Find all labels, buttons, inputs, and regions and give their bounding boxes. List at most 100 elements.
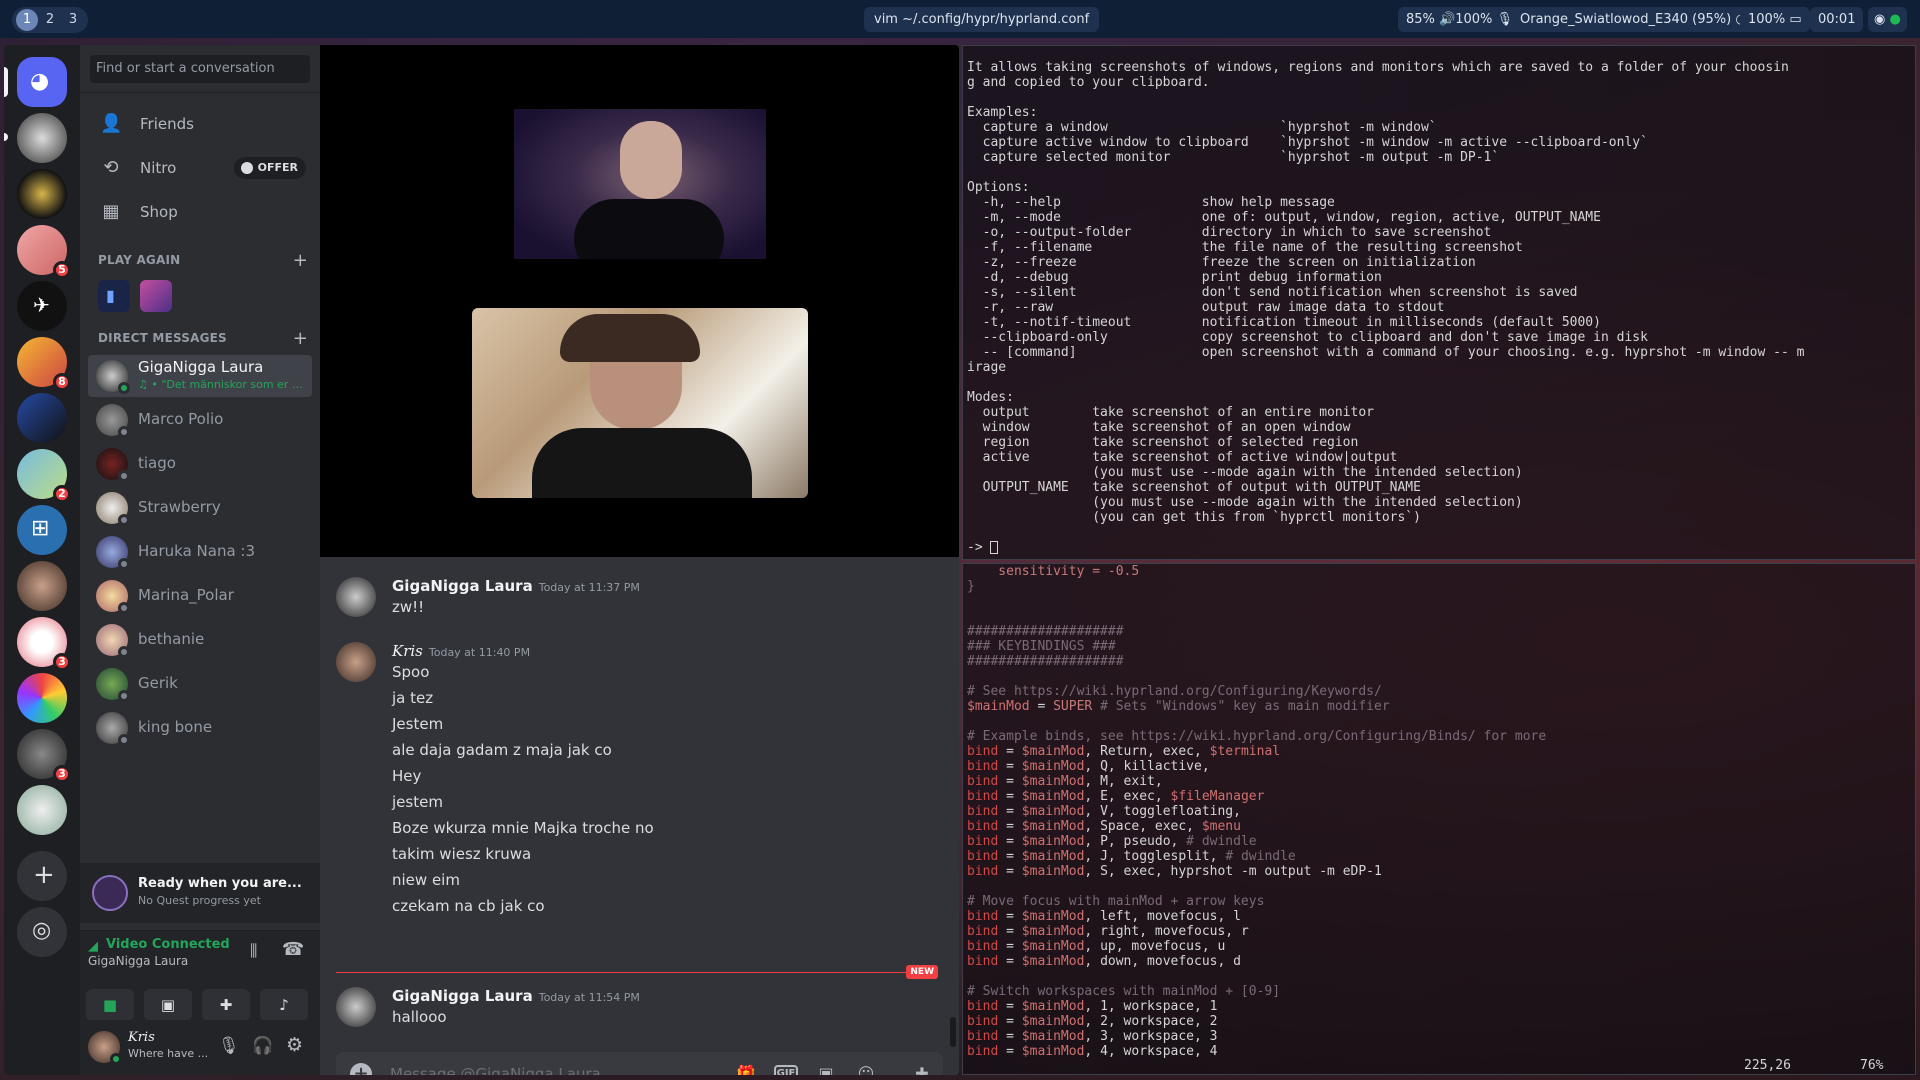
discord-home-button[interactable]: ◕ (17, 57, 67, 107)
message-text: czekam na cb jak co (392, 897, 545, 915)
workspace-3[interactable]: 3 (62, 9, 84, 31)
discord-tray-icon[interactable]: ◉ (1874, 12, 1885, 27)
status-indicator (118, 426, 130, 438)
message-text: Hey (392, 767, 422, 785)
wifi-status[interactable]: Orange_Swiatlowod_E340 (95%) ◔ (1512, 7, 1755, 32)
settings-icon[interactable]: ⚙ (286, 1034, 303, 1056)
message-author[interactable]: GigaNigga Laura (392, 577, 533, 595)
workspace-2[interactable]: 2 (39, 9, 61, 31)
dm-item[interactable]: GigaNigga Laura ♫ • "Det människor som e… (88, 355, 312, 397)
user-panel: Kris Where have ... 🎙 🎧 ⚙ (80, 1020, 320, 1075)
avatar[interactable] (336, 577, 376, 617)
nitro-offer-badge: OFFER (233, 157, 306, 179)
terminal-line: -z, --freeze freeze the screen on initia… (967, 255, 1476, 270)
server-icon[interactable]: ⊞ (17, 505, 67, 555)
dm-sidebar: Find or start a conversation 👤 Friends ⟲ N… (80, 45, 320, 1075)
message-input[interactable]: Message @GigaNigga Laura (390, 1052, 601, 1075)
server-icon[interactable]: 5 (17, 225, 71, 279)
server-icon[interactable]: 3 (17, 729, 71, 783)
dm-item[interactable]: Strawberry (88, 487, 312, 529)
camera-button[interactable]: ■ (86, 989, 134, 1021)
active-window-title: vim ~/.config/hypr/hyprland.conf (864, 7, 1100, 32)
friends-icon: 👤 (100, 113, 123, 134)
server-icon[interactable] (17, 393, 67, 443)
terminal-hyprshot-help[interactable]: It allows taking screenshots of windows,… (962, 45, 1916, 560)
top-bar: 1 2 3 vim ~/.config/hypr/hyprland.conf 8… (0, 0, 1920, 38)
message-text: takim wiesz kruwa (392, 845, 532, 863)
chat-scrollbar[interactable] (950, 1017, 956, 1047)
clock[interactable]: 00:01 (1810, 7, 1864, 32)
unread-badge: 3 (53, 765, 71, 783)
gif-button[interactable]: GIF (774, 1065, 798, 1075)
disconnect-icon[interactable]: ☎ (282, 939, 304, 960)
audio-status[interactable]: 85% 🔊100% 🎙 (1398, 7, 1522, 32)
dm-item[interactable]: bethanie (88, 619, 312, 661)
volume-value: 100% (1455, 12, 1493, 27)
play-again-game[interactable] (140, 280, 172, 312)
server-icon[interactable]: 3 (17, 617, 71, 671)
vim-line: bind = $mainMod, right, movefocus, r (967, 924, 1249, 939)
workspace-1[interactable]: 1 (16, 9, 38, 31)
vim-editor[interactable]: sensitivity = -0.5} #################### #… (962, 563, 1916, 1075)
screen-share-button[interactable]: ▣ (144, 989, 192, 1021)
avatar[interactable] (336, 642, 376, 682)
voice-status[interactable]: Video Connected (106, 937, 230, 952)
play-again-header: PLAY AGAIN + (98, 250, 308, 271)
conversation-search-input[interactable]: Find or start a conversation (90, 55, 310, 83)
battery-value: 100% (1748, 12, 1786, 27)
vim-line: bind = $mainMod, Q, killactive, (967, 759, 1210, 774)
new-messages-divider: NEW (336, 965, 938, 979)
server-icon[interactable] (17, 785, 67, 835)
sticker-icon[interactable]: ▣ (814, 1063, 838, 1075)
quest-panel[interactable]: Ready when you are... No Quest progress … (80, 863, 320, 923)
voice-channel[interactable]: GigaNigga Laura (88, 954, 188, 968)
vim-line (967, 594, 1911, 609)
discord-logo-icon: ◕ (30, 69, 50, 94)
server-icon[interactable] (17, 561, 67, 611)
terminal-line: g and copied to your clipboard. (967, 75, 1210, 90)
remote-video-tile[interactable] (514, 109, 766, 259)
dm-item[interactable]: Haruka Nana :3 (88, 531, 312, 573)
shop-nav[interactable]: ▦ Shop (88, 191, 312, 233)
server-icon[interactable]: 8 (17, 337, 71, 391)
quest-subtitle: No Quest progress yet (138, 894, 261, 907)
server-icon[interactable] (17, 113, 67, 163)
dm-item[interactable]: king bone (88, 707, 312, 749)
gift-icon[interactable]: 🎁 (734, 1063, 758, 1075)
avatar[interactable] (336, 987, 376, 1027)
chat-area: GigaNigga Laura Today at 11:37 PM zw!! Kr… (320, 557, 959, 1075)
discover-button[interactable]: ◎ (17, 907, 67, 957)
new-dm-icon[interactable]: + (293, 328, 308, 349)
headphones-icon[interactable]: 🎧 (252, 1036, 273, 1056)
spotify-tray-icon[interactable]: ● (1889, 12, 1900, 27)
server-icon[interactable]: ✈ (17, 281, 67, 331)
noise-suppression-icon[interactable]: ⫼ (250, 941, 257, 961)
local-video-tile[interactable] (472, 308, 808, 498)
microphone-icon[interactable]: 🎙 (218, 1036, 240, 1056)
play-again-game[interactable]: ▮ (98, 280, 130, 312)
activities-button[interactable]: ✚ (202, 989, 250, 1021)
server-icon[interactable] (17, 673, 67, 723)
server-icon[interactable] (17, 169, 67, 219)
add-icon[interactable]: + (293, 250, 308, 271)
nitro-nav[interactable]: ⟲ Nitro OFFER (88, 147, 312, 189)
dm-item[interactable]: tiago (88, 443, 312, 485)
battery-status[interactable]: 100% ▭ (1740, 7, 1810, 32)
upload-button[interactable]: + (350, 1063, 372, 1075)
terminal-line: (you can get this from `hyprctl monitors… (967, 510, 1421, 525)
server-icon[interactable]: 2 (17, 449, 71, 503)
soundboard-button[interactable]: ♪ (260, 989, 308, 1021)
emoji-icon[interactable]: ☺ (854, 1063, 878, 1075)
dm-item[interactable]: Gerik (88, 663, 312, 705)
message-author[interactable]: Kris (392, 642, 423, 660)
add-server-button[interactable]: + (17, 851, 67, 901)
dm-item[interactable]: Marco Polio (88, 399, 312, 441)
dm-item[interactable]: Marina_Polar (88, 575, 312, 617)
message-author[interactable]: GigaNigga Laura (392, 987, 533, 1005)
apps-icon[interactable]: ✚ (910, 1063, 934, 1075)
vim-line: bind = $mainMod, S, exec, hyprshot -m ou… (967, 864, 1382, 879)
unread-badge: 3 (53, 653, 71, 671)
vim-line: bind = $mainMod, 3, workspace, 3 (967, 1029, 1218, 1044)
terminal-line: (you must use --mode again with the inte… (967, 495, 1523, 510)
friends-nav[interactable]: 👤 Friends (88, 103, 312, 145)
